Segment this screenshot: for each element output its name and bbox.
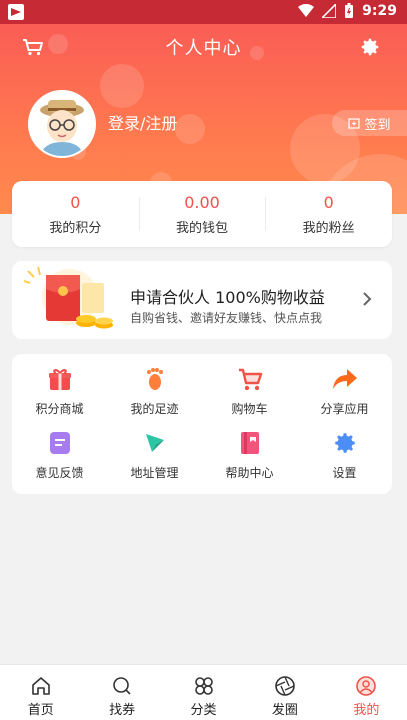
app-notification-icon [8,4,24,20]
partner-promo-banner[interactable]: 申请合伙人 100%购物收益 自购省钱、邀请好友赚钱、快点点我 [12,261,392,339]
menu-help-center[interactable]: 帮助中心 [202,430,297,486]
menu-points-mall[interactable]: 积分商城 [12,366,107,422]
tab-label: 我的 [353,703,380,718]
menu-settings[interactable]: 设置 [297,430,392,486]
tab-label: 找券 [109,703,136,718]
login-register-link[interactable]: 登录/注册 [108,110,177,134]
aperture-icon [275,676,295,696]
checkin-label: 签到 [364,117,391,133]
menu-feedback[interactable]: 意见反馈 [12,430,107,486]
stat-value: 0 [70,192,81,212]
page-title: 个人中心 [165,38,242,59]
gear-icon [334,433,355,453]
menu-label: 地址管理 [130,466,179,480]
menu-my-footprints[interactable]: 我的足迹 [107,366,202,422]
chevron-right-icon [363,292,372,306]
tab-label: 发圈 [271,703,298,718]
menu-label: 我的足迹 [130,402,179,416]
stats-card: 0 我的积分 0.00 我的钱包 0 我的粉丝 [12,181,392,247]
menu-shopping-cart[interactable]: 购物车 [202,366,297,422]
calendar-icon [348,118,361,129]
stat-label: 我的粉丝 [302,220,355,236]
menu-label: 帮助中心 [225,466,274,480]
stat-value: 0.00 [184,192,220,212]
profile-icon [356,676,377,696]
red-envelope-coins-icon [24,267,113,329]
menu-label: 意见反馈 [35,466,84,480]
menu-label: 购物车 [231,402,268,416]
category-icon [194,677,213,695]
status-time: 9:29 [362,3,397,19]
settings-gear-button[interactable] [359,36,381,58]
help-book-icon [240,432,259,454]
promo-title: 申请合伙人 100%购物收益 [130,288,325,307]
home-icon [31,677,50,695]
avatar-cartoon-icon [30,92,94,156]
promo-subtitle: 自购省钱、邀请好友赚钱、快点点我 [130,311,323,325]
share-icon [332,369,357,389]
function-menu: 积分商城 我的足迹 购物车 分享应用 意见反馈 地址管理 帮助中心 设置 [12,354,392,494]
stat-label: 我的钱包 [176,220,229,236]
gift-icon [48,369,71,390]
stat-wallet[interactable]: 0.00 我的钱包 [138,181,266,247]
tab-label: 首页 [27,703,54,718]
avatar[interactable] [28,90,96,158]
footprint-icon [146,368,163,390]
search-icon [113,677,131,695]
bottom-tab-bar: 首页 找券 分类 发圈 我的 [0,664,407,720]
stat-value: 0 [323,192,334,212]
menu-share-app[interactable]: 分享应用 [297,366,392,422]
tab-mine[interactable]: 我的 [326,665,407,720]
menu-label: 分享应用 [320,402,369,416]
stat-points[interactable]: 0 我的积分 [12,181,139,247]
tab-home[interactable]: 首页 [0,665,81,720]
cart-icon [238,368,262,391]
stat-fans[interactable]: 0 我的粉丝 [265,181,392,247]
signal-icon [322,4,337,18]
battery-icon [345,3,354,18]
tab-label: 分类 [190,703,217,718]
menu-label: 积分商城 [35,402,84,416]
menu-address-management[interactable]: 地址管理 [107,430,202,486]
feedback-icon [49,432,70,454]
menu-label: 设置 [332,466,357,480]
wifi-icon [298,4,315,17]
tab-moments[interactable]: 发圈 [244,665,325,720]
checkin-button[interactable]: 签到 [332,110,407,136]
status-bar: 9:29 [0,0,407,24]
stat-label: 我的积分 [49,220,102,236]
tab-find-coupons[interactable]: 找券 [81,665,162,720]
tab-category[interactable]: 分类 [163,665,244,720]
compass-icon [145,434,164,452]
